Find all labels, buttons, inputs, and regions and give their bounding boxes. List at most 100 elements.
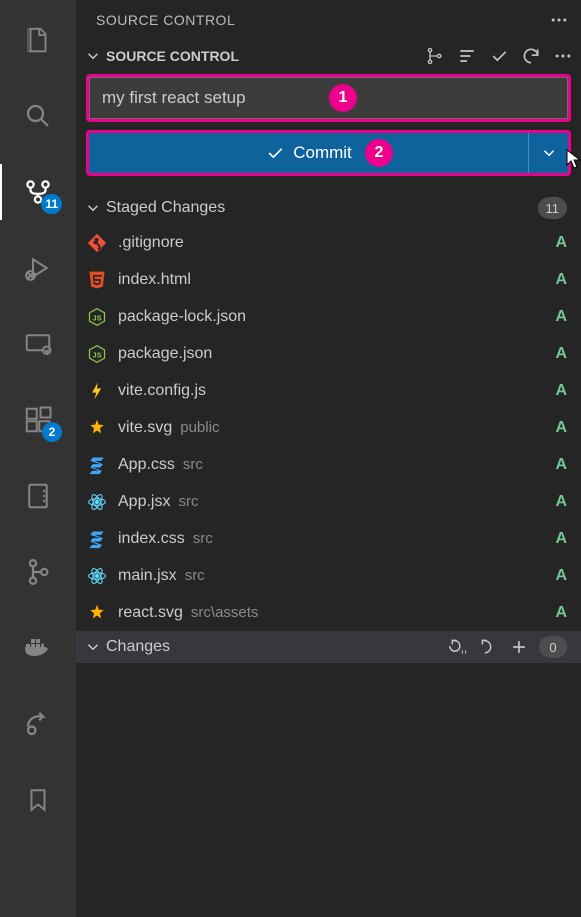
view-as-tree-icon[interactable] [425,46,445,66]
file-name: index.html [118,271,191,289]
commit-button-main[interactable]: Commit [89,133,528,173]
file-type-icon [86,417,108,439]
file-name: package-lock.json [118,308,246,326]
file-name: vite.svg [118,419,172,437]
file-type-icon: JS [86,306,108,328]
annotation-2: 2 [365,139,393,167]
file-name: main.jsx [118,567,177,585]
file-row[interactable]: JS package.json A [76,335,581,372]
source-control-panel: SOURCE CONTROL SOURCE CONTROL [76,0,581,917]
file-status-badge: A [555,419,567,437]
run-debug-icon[interactable] [0,240,76,296]
staged-changes-title: Staged Changes [106,199,225,217]
file-name: react.svg [118,604,183,622]
staged-changes-header[interactable]: Staged Changes 11 [76,192,581,224]
file-row[interactable]: vite.svg public A [76,409,581,446]
file-type-icon [86,380,108,402]
panel-title: SOURCE CONTROL [96,12,235,28]
source-control-icon[interactable]: 11 [0,164,76,220]
file-status-badge: A [555,382,567,400]
staged-count-badge: 11 [538,197,568,219]
file-type-icon: JS [86,343,108,365]
file-path: src [193,530,213,547]
file-row[interactable]: index.html A [76,261,581,298]
file-status-badge: A [555,271,567,289]
file-row[interactable]: JS package-lock.json A [76,298,581,335]
mouse-cursor-icon [565,148,581,170]
chevron-down-icon [84,47,102,65]
file-path: src [178,493,198,510]
activity-bar: 11 2 [0,0,76,917]
file-row[interactable]: App.jsx src A [76,483,581,520]
file-name: .gitignore [118,234,184,252]
file-path: src [185,567,205,584]
file-status-badge: A [555,234,567,252]
notebook-icon[interactable] [0,468,76,524]
extensions-icon[interactable]: 2 [0,392,76,448]
stage-all-icon[interactable] [509,637,529,657]
view-list-icon[interactable] [457,46,477,66]
file-row[interactable]: App.css src A [76,446,581,483]
file-name: App.css [118,456,175,474]
commit-message-highlight: 1 [86,74,571,122]
bookmark-icon[interactable] [0,772,76,828]
changes-header[interactable]: Changes 0 [76,631,581,663]
file-row[interactable]: vite.config.js A [76,372,581,409]
file-name: index.css [118,530,185,548]
git-graph-icon[interactable] [0,544,76,600]
chevron-down-icon [84,638,102,656]
panel-header: SOURCE CONTROL [76,0,581,40]
file-type-icon [86,269,108,291]
commit-button-highlight: Commit 2 [86,130,571,176]
file-name: App.jsx [118,493,170,511]
annotation-1: 1 [329,84,357,112]
refresh-icon[interactable] [521,46,541,66]
file-path: src\assets [191,604,259,621]
file-status-badge: A [555,604,567,622]
file-type-icon [86,602,108,624]
remote-explorer-icon[interactable] [0,316,76,372]
file-row[interactable]: main.jsx src A [76,557,581,594]
file-name: vite.config.js [118,382,206,400]
repo-section-header[interactable]: SOURCE CONTROL [76,40,581,72]
file-type-icon [86,565,108,587]
search-icon[interactable] [0,88,76,144]
commit-button[interactable]: Commit [89,133,568,173]
file-status-badge: A [555,345,567,363]
file-path: public [180,419,219,436]
changes-count-badge: 0 [539,636,567,658]
discard-all-icon[interactable] [449,637,469,657]
file-status-badge: A [555,530,567,548]
file-row[interactable]: .gitignore A [76,224,581,261]
file-path: src [183,456,203,473]
more-actions-icon[interactable] [549,10,569,30]
commit-area: 1 Commit 2 [76,72,581,192]
file-type-icon [86,232,108,254]
changes-title: Changes [106,638,170,656]
explorer-icon[interactable] [0,12,76,68]
file-status-badge: A [555,308,567,326]
svg-text:JS: JS [92,313,101,322]
chevron-down-icon [84,199,102,217]
commit-dropdown-button[interactable] [528,133,568,173]
commit-button-label: Commit [293,143,352,163]
file-status-badge: A [555,456,567,474]
file-row[interactable]: index.css src A [76,520,581,557]
file-type-icon [86,491,108,513]
undo-icon[interactable] [479,637,499,657]
file-type-icon [86,454,108,476]
file-row[interactable]: react.svg src\assets A [76,594,581,631]
share-icon[interactable] [0,696,76,752]
file-name: package.json [118,345,212,363]
file-status-badge: A [555,567,567,585]
svg-text:JS: JS [92,350,101,359]
commit-check-icon[interactable] [489,46,509,66]
staged-file-list: .gitignore Aindex.html A JS package-lock.jso… [76,224,581,631]
repo-section-title: SOURCE CONTROL [106,48,239,64]
more-actions-icon[interactable] [553,46,573,66]
scm-badge: 11 [41,194,62,214]
file-status-badge: A [555,493,567,511]
extensions-badge: 2 [42,422,62,442]
file-type-icon [86,528,108,550]
docker-icon[interactable] [0,620,76,676]
